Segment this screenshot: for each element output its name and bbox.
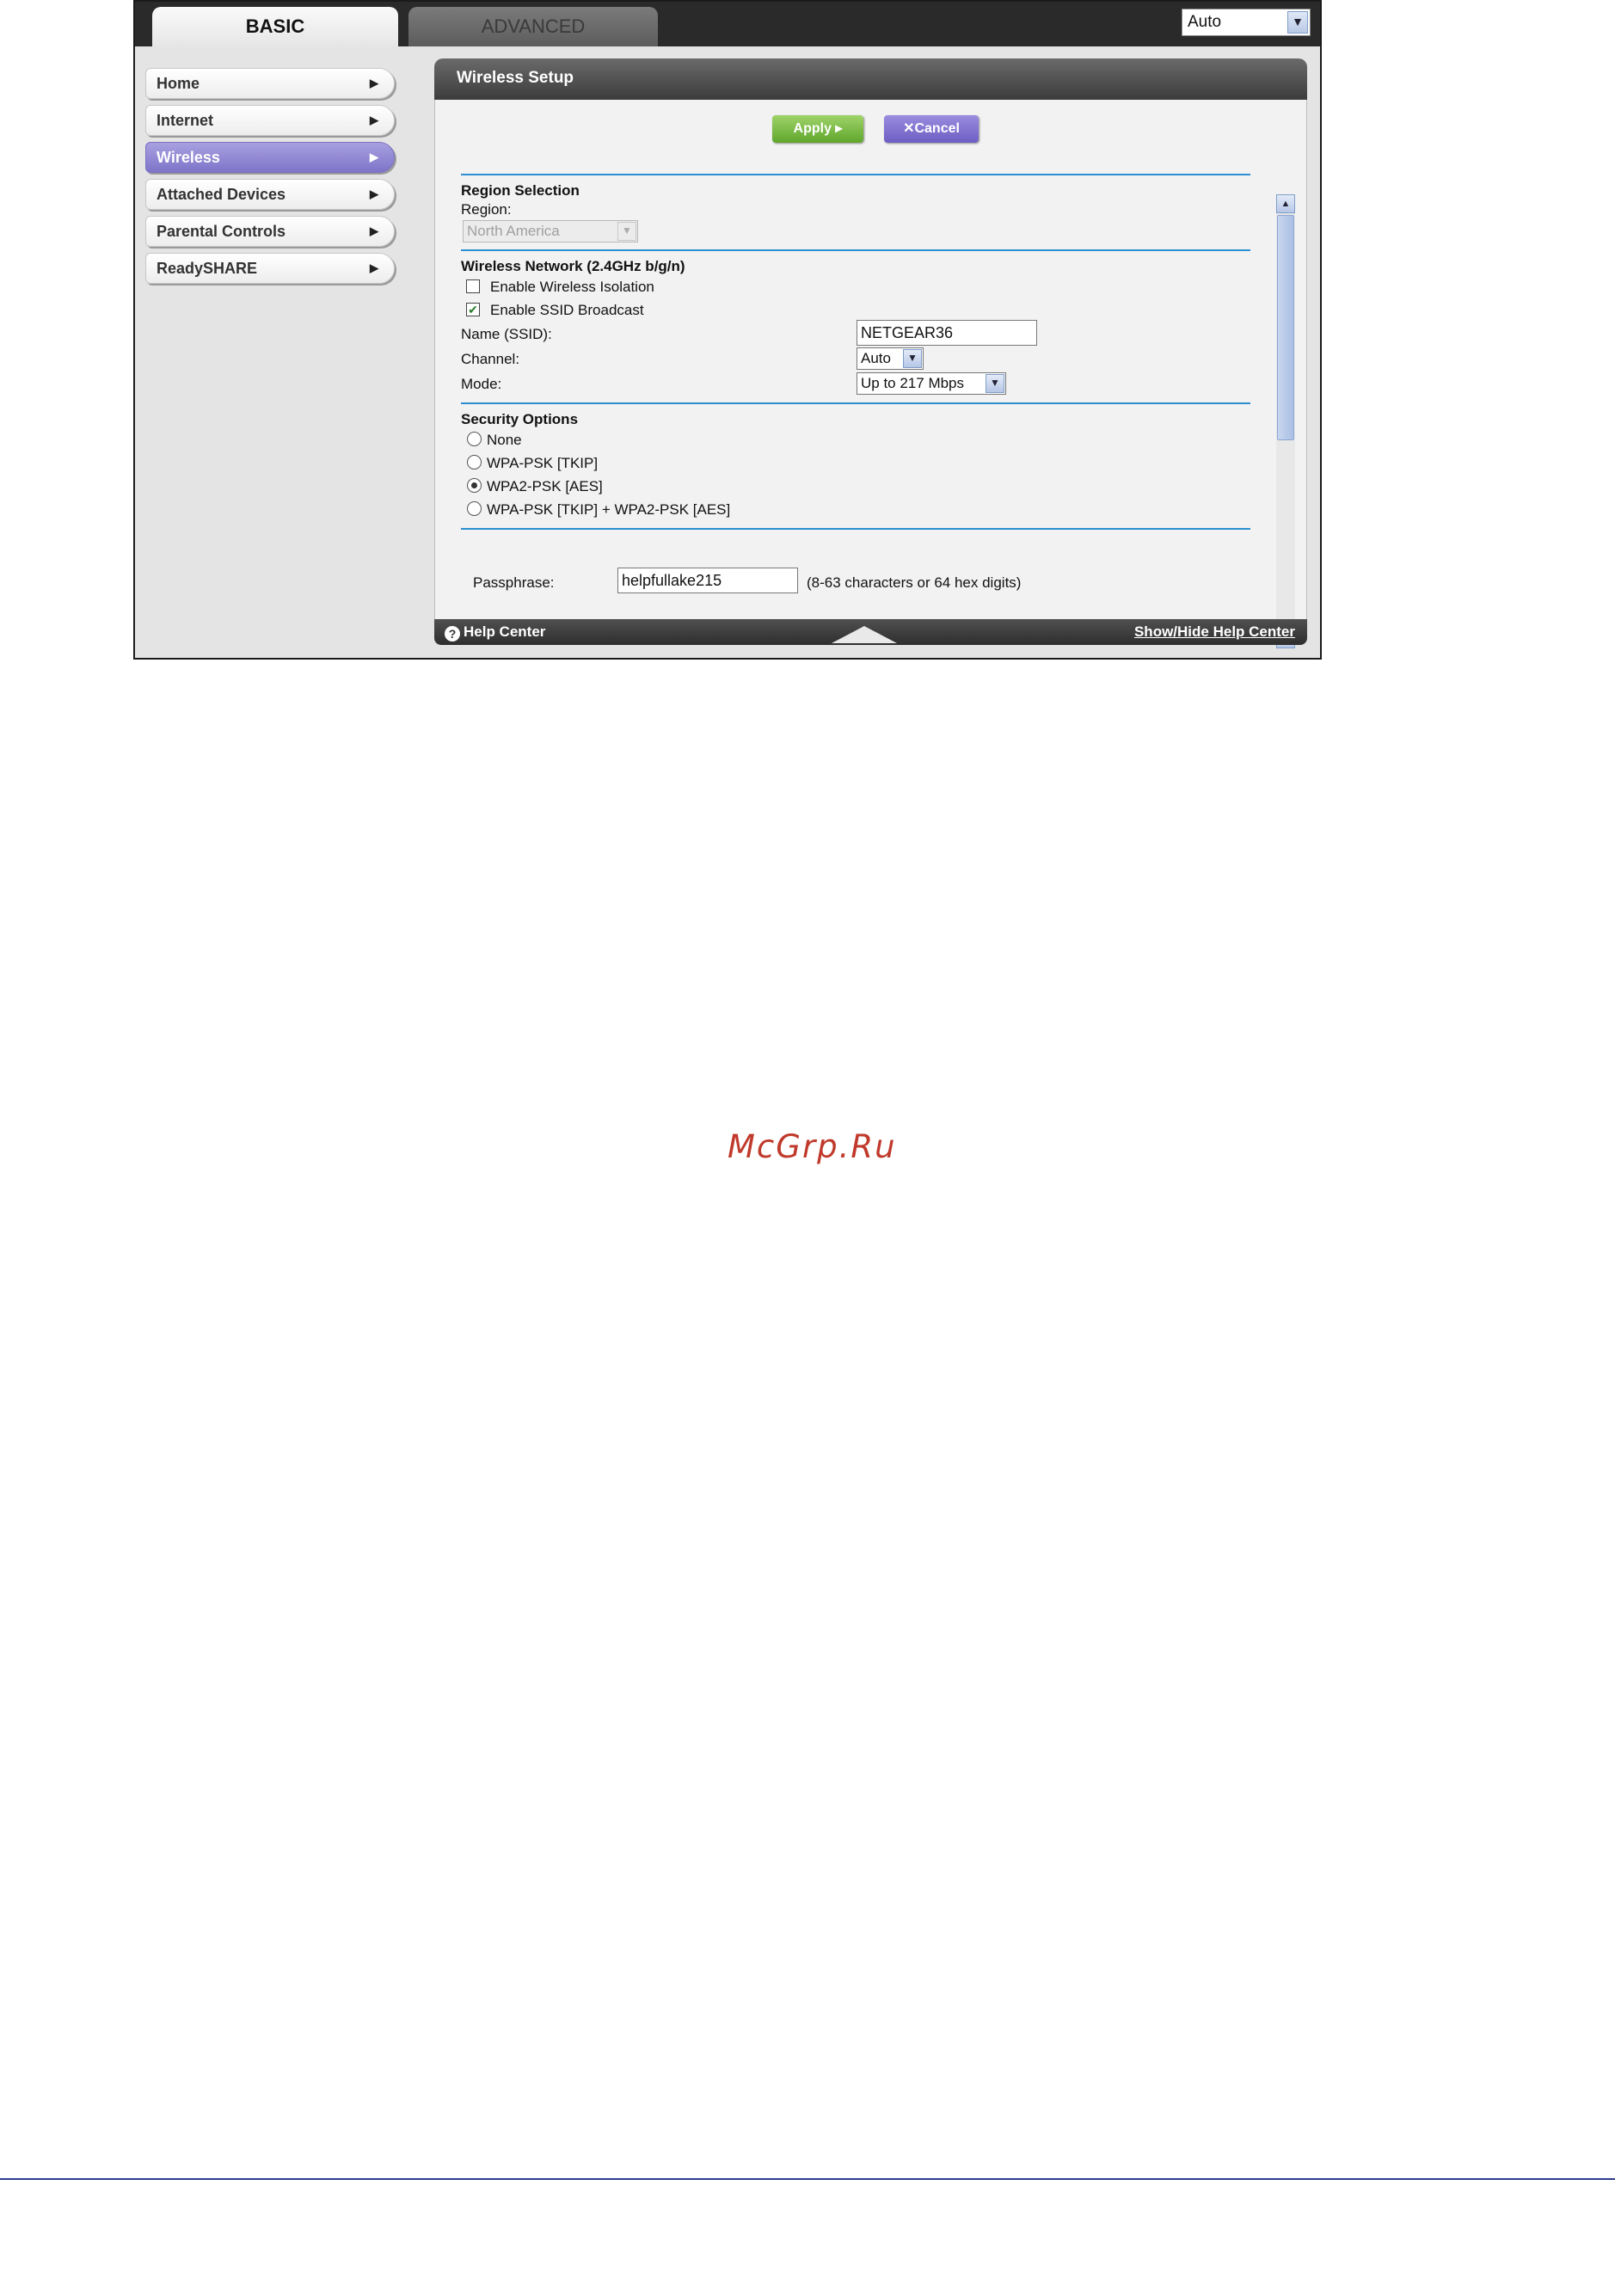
passphrase-hint: (8-63 characters or 64 hex digits): [807, 574, 1022, 591]
panel-title: Wireless Setup: [434, 58, 1307, 100]
security-option-label: WPA2-PSK [AES]: [487, 478, 603, 494]
security-radio-wpa-wpa2-mixed[interactable]: [467, 501, 482, 516]
passphrase-label: Passphrase:: [473, 574, 555, 591]
security-option-label: WPA-PSK [TKIP]: [487, 455, 599, 471]
wireless-isolation-label: Enable Wireless Isolation: [490, 279, 654, 295]
security-option-label: WPA-PSK [TKIP] + WPA2-PSK [AES]: [487, 501, 731, 518]
sidebar-item-label: Home: [157, 75, 200, 92]
wireless-network-heading: Wireless Network (2.4GHz b/g/n): [461, 258, 685, 274]
security-radio-wpa-psk-tkip[interactable]: [467, 455, 482, 470]
ssid-label: Name (SSID):: [461, 326, 552, 342]
sidebar-item-label: ReadySHARE: [157, 260, 258, 277]
region-select: North America ▼: [463, 220, 638, 242]
scroll-thumb[interactable]: [1277, 215, 1294, 440]
wireless-setup-panel: Wireless Setup Apply ▸ ✕Cancel Region Se…: [434, 58, 1307, 656]
sidebar-item-readyshare[interactable]: ReadySHARE ▶: [145, 253, 395, 284]
sidebar-item-label: Attached Devices: [157, 186, 286, 203]
help-center-link[interactable]: ? Help Center: [445, 619, 545, 645]
section-divider: [461, 528, 1250, 530]
triangle-right-icon: ▶: [370, 114, 378, 126]
channel-label: Channel:: [461, 351, 520, 367]
sidebar-item-internet[interactable]: Internet ▶: [145, 105, 395, 136]
panel-body: Apply ▸ ✕Cancel Region Selection Region:…: [434, 100, 1307, 648]
body-area: Home ▶ Internet ▶ Wireless ▶ Attached De…: [135, 46, 1320, 658]
sidebar: Home ▶ Internet ▶ Wireless ▶ Attached De…: [145, 68, 395, 290]
help-footer: ? Help Center Show/Hide Help Center: [434, 619, 1307, 645]
security-radio-none[interactable]: [467, 432, 482, 446]
region-heading: Region Selection: [461, 182, 580, 199]
cancel-button[interactable]: ✕Cancel: [884, 115, 979, 143]
triangle-right-icon: ▶: [370, 150, 378, 163]
chevron-down-icon: ▼: [1287, 11, 1308, 34]
triangle-right-icon: ▶: [370, 224, 378, 237]
sidebar-item-label: Parental Controls: [157, 223, 286, 240]
page-footer-rule: [0, 2178, 1615, 2180]
triangle-right-icon: ▶: [370, 187, 378, 200]
triangle-right-icon: ▶: [370, 77, 378, 89]
section-divider: [461, 402, 1250, 404]
scroll-up-icon[interactable]: ▲: [1276, 194, 1295, 213]
settings-form: Region Selection Region: North America ▼…: [461, 160, 1250, 619]
chevron-down-icon: ▼: [986, 374, 1004, 393]
checkmark-icon: ✔: [468, 303, 478, 316]
sidebar-item-parental-controls[interactable]: Parental Controls ▶: [145, 216, 395, 247]
mode-label: Mode:: [461, 376, 502, 392]
security-radio-wpa2-psk-aes[interactable]: [467, 478, 482, 493]
section-divider: [461, 174, 1250, 175]
router-admin-window: BASIC ADVANCED Auto ▼ Home ▶ Internet ▶ …: [133, 0, 1322, 660]
sidebar-item-label: Internet: [157, 112, 214, 129]
show-hide-help-link[interactable]: Show/Hide Help Center: [1134, 619, 1295, 645]
ssid-broadcast-label: Enable SSID Broadcast: [490, 302, 644, 318]
sidebar-item-home[interactable]: Home ▶: [145, 68, 395, 99]
channel-select-value: Auto: [861, 350, 891, 366]
sidebar-item-label: Wireless: [157, 149, 220, 166]
language-select-value: Auto: [1188, 13, 1222, 31]
expand-arrow-icon[interactable]: [832, 626, 897, 643]
mode-select-value: Up to 217 Mbps: [861, 375, 965, 391]
tab-advanced[interactable]: ADVANCED: [408, 7, 658, 46]
mode-select[interactable]: Up to 217 Mbps ▼: [857, 372, 1006, 395]
watermark: McGrp.Ru: [728, 1128, 897, 1165]
section-divider: [461, 249, 1250, 251]
sidebar-item-attached-devices[interactable]: Attached Devices ▶: [145, 179, 395, 210]
security-option-label: None: [487, 432, 522, 448]
chevron-down-icon: ▼: [617, 222, 636, 241]
tab-bar: BASIC ADVANCED Auto ▼: [135, 2, 1320, 46]
language-select[interactable]: Auto ▼: [1182, 9, 1311, 36]
security-options-heading: Security Options: [461, 411, 579, 427]
question-mark-icon: ?: [445, 626, 460, 642]
region-select-value: North America: [467, 223, 560, 239]
scrollbar[interactable]: ▲ ▼: [1276, 194, 1295, 648]
chevron-down-icon: ▼: [903, 349, 922, 368]
channel-select[interactable]: Auto ▼: [857, 347, 924, 370]
help-center-label: Help Center: [464, 623, 546, 640]
ssid-input[interactable]: NETGEAR36: [857, 320, 1037, 346]
ssid-broadcast-checkbox[interactable]: ✔: [466, 303, 480, 316]
region-label: Region:: [461, 201, 512, 218]
triangle-right-icon: ▶: [370, 261, 378, 274]
tab-basic[interactable]: BASIC: [152, 7, 398, 46]
passphrase-input[interactable]: helpfullake215: [617, 568, 798, 593]
apply-button[interactable]: Apply ▸: [772, 115, 863, 143]
sidebar-item-wireless[interactable]: Wireless ▶: [145, 142, 395, 173]
wireless-isolation-checkbox[interactable]: [466, 279, 480, 293]
